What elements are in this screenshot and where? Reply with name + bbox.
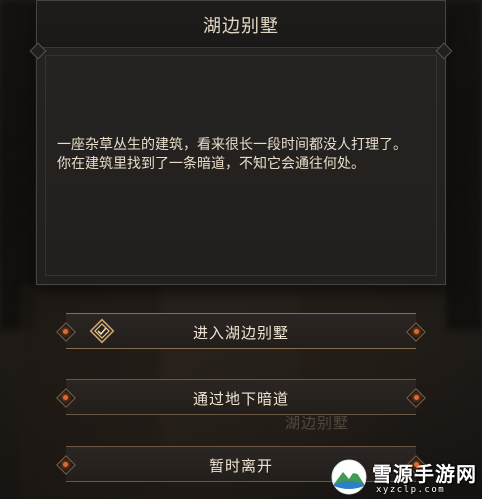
orange-dot-icon (63, 462, 68, 467)
site-watermark: 雪源手游网 xyzclp.com (330, 456, 482, 499)
background-location-label: 湖边别墅 (285, 414, 350, 432)
orange-dot-icon (414, 462, 419, 467)
option-enter-villa-button[interactable]: 进入湖边别墅 (63, 313, 419, 349)
description-line: 一座杂草丛生的建筑，看来很长一段时间都没人打理了。 (57, 137, 407, 153)
option-label: 进入湖边别墅 (192, 324, 289, 342)
orange-dot-icon (414, 329, 419, 334)
orange-dot-icon (63, 395, 68, 400)
dialog-description: 一座杂草丛生的建筑，看来很长一段时间都没人打理了。 你在建筑里找到了一条暗道，不… (57, 136, 437, 174)
mountain-logo-icon (331, 459, 367, 495)
option-label: 通过地下暗道 (192, 390, 289, 408)
game-scene: 湖边别墅 湖边别墅 一座杂草丛生的建筑，看来很长一段时间都没人打理了。 你在建筑… (0, 0, 482, 499)
select-diamond-icon (89, 318, 115, 344)
watermark-url: xyzclp.com (376, 485, 446, 495)
orange-dot-icon (63, 329, 68, 334)
dialog-title-bar: 湖边别墅 (37, 1, 445, 48)
watermark-site-name: 雪源手游网 (372, 462, 477, 486)
orange-dot-icon (414, 395, 419, 400)
event-dialog: 湖边别墅 一座杂草丛生的建筑，看来很长一段时间都没人打理了。 你在建筑里找到了一… (29, 0, 453, 285)
description-line: 你在建筑里找到了一条暗道，不知它会通往何处。 (57, 156, 365, 172)
option-underground-passage-button[interactable]: 通过地下暗道 (63, 379, 419, 415)
dialog-title: 湖边别墅 (203, 16, 279, 37)
